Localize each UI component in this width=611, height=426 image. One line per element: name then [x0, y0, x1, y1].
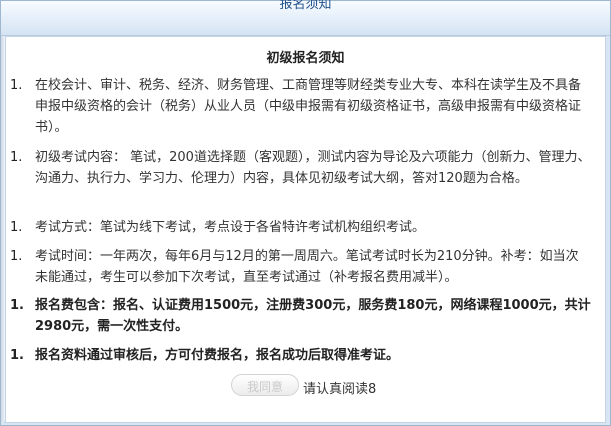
notice-panel: 初级报名须知 1. 在校会计、审计、税务、经济、财务管理、工商管理等财经类专业大… [5, 36, 606, 423]
item-number: 1. [10, 298, 24, 313]
notice-heading: 初级报名须知 [266, 51, 345, 66]
item-number: 1. [10, 150, 23, 165]
dialog-footer: 我同意 请认真阅读8 [6, 373, 605, 401]
item-number: 1. [10, 220, 23, 235]
item-text: 报名资料通过审核后，方可付费报名，报名成功后取得准考证。 [35, 348, 400, 363]
dialog-title: 报名须知 [279, 0, 332, 12]
item-text: 考试时间：一年两次，每年6月与12月的第一周周六。笔试考试时长为210分钟。补考… [35, 249, 579, 285]
item-number: 1. [10, 78, 23, 93]
item-number: 1. [10, 249, 23, 264]
item-number: 1. [10, 348, 24, 363]
dialog-titlebar: 报名须知 [1, 0, 610, 36]
notice-dialog: 报名须知 初级报名须知 1. 在校会计、审计、税务、经济、财务管理、工商管理等财… [0, 0, 611, 426]
item-text: 初级考试内容： 笔试，200道选择题（客观题），测试内容为导论及六项能力（创新力… [35, 150, 591, 186]
item-text: 报名费包含：报名、认证费用1500元，注册费300元，服务费180元，网络课程1… [35, 298, 591, 334]
agree-button[interactable]: 我同意 [231, 374, 299, 396]
read-countdown-text: 请认真阅读8 [303, 382, 377, 397]
item-text: 考试方式：笔试为线下考试，考点设于各省特许考试机构组织考试。 [35, 220, 426, 235]
item-text: 在校会计、审计、税务、经济、财务管理、工商管理等财经类专业大专、本科在读学生及不… [35, 78, 582, 135]
